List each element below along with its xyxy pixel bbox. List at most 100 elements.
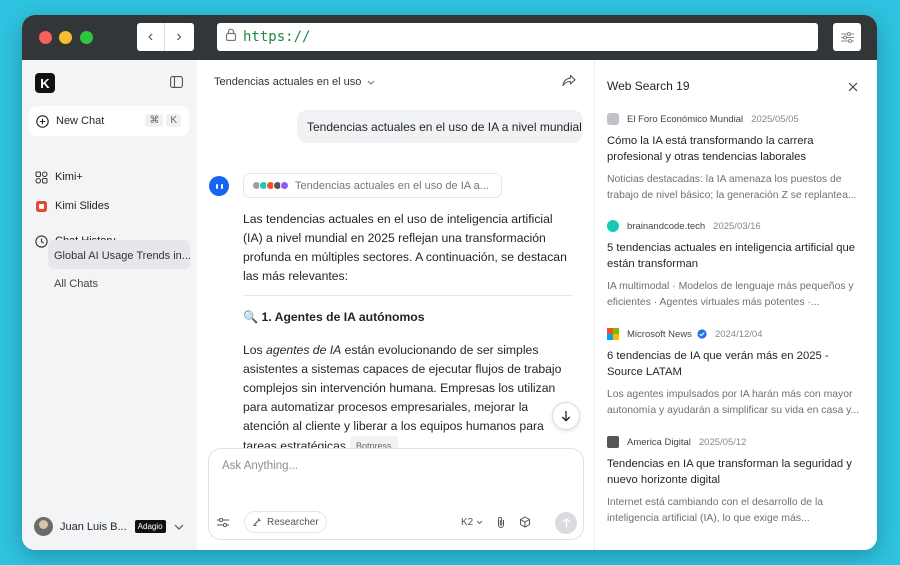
- researcher-label: Researcher: [267, 516, 319, 528]
- address-bar[interactable]: https://: [217, 23, 818, 51]
- browser-titlebar: ‹ › https://: [22, 15, 877, 60]
- sidebar-toggle-icon[interactable]: [170, 75, 183, 93]
- back-icon[interactable]: ‹: [137, 23, 165, 51]
- user-message: Tendencias actuales en el uso de IA a ni…: [297, 110, 583, 143]
- sidebar-item-kimi-slides[interactable]: Kimi Slides: [34, 199, 109, 213]
- result-snippet: Internet está cambiando con el desarroll…: [607, 497, 824, 524]
- body-text-start: Los: [243, 343, 267, 357]
- researcher-button[interactable]: Researcher: [244, 511, 327, 533]
- kimi-plus-label: Kimi+: [55, 171, 83, 183]
- lock-icon: [225, 28, 237, 46]
- chevron-down-icon: [174, 521, 184, 533]
- web-search-panel: Web Search 19 El Foro Económico Mundial …: [595, 60, 877, 550]
- result-date: 2025/05/12: [698, 436, 747, 448]
- verified-icon: [697, 329, 707, 339]
- body-text: están evolucionando de ser simples asist…: [243, 343, 562, 453]
- slides-icon: [34, 199, 48, 213]
- new-chat-label: New Chat: [56, 115, 105, 127]
- plan-badge: Adagio: [134, 520, 166, 533]
- source-favicon: [607, 436, 619, 448]
- cmd-key: ⌘: [145, 114, 164, 127]
- result-meta: brainandcode.tech 2025/03/16: [607, 219, 863, 233]
- result-source: America Digital: [627, 436, 691, 448]
- forward-icon[interactable]: ›: [165, 23, 193, 51]
- microsoft-icon: [607, 328, 619, 340]
- kimi-plus-icon: [34, 170, 48, 184]
- url-text: https://: [243, 29, 311, 45]
- shortcut-hint: ⌘ K: [145, 114, 181, 127]
- source-favicons: [252, 181, 289, 190]
- sources-pill-label: Tendencias actuales en el uso de IA a...: [295, 179, 489, 192]
- kimi-logo[interactable]: K: [35, 73, 55, 93]
- sources-pill[interactable]: Tendencias actuales en el uso de IA a...: [243, 173, 502, 198]
- sidebar-item-kimi-plus[interactable]: Kimi+: [34, 170, 83, 184]
- search-result[interactable]: El Foro Económico Mundial 2025/05/05 Cóm…: [607, 112, 863, 204]
- user-profile[interactable]: Juan Luis B... Adagio: [34, 517, 184, 536]
- result-title[interactable]: Cómo la IA está transformando la carrera…: [607, 133, 863, 165]
- minimize-window-button[interactable]: [59, 31, 72, 44]
- send-button[interactable]: [555, 512, 577, 534]
- result-meta: El Foro Económico Mundial 2025/05/05: [607, 112, 863, 126]
- result-title[interactable]: 5 tendencias actuales en inteligencia ar…: [607, 240, 863, 272]
- section-heading: 🔍 1. Agentes de IA autónomos: [243, 310, 425, 324]
- avatar: [34, 517, 53, 536]
- close-icon[interactable]: [848, 79, 858, 97]
- chat-title: Tendencias actuales en el uso: [214, 76, 362, 88]
- model-label: K2: [461, 516, 474, 528]
- divider: [243, 295, 573, 296]
- composer-placeholder: Ask Anything...: [222, 460, 299, 472]
- sidebar: K New Chat ⌘ K Kimi+ Kimi Slides Global …: [22, 60, 197, 550]
- chevron-down-icon: [476, 520, 483, 524]
- arrow-up-icon: [562, 518, 570, 528]
- result-source: El Foro Económico Mundial: [627, 113, 744, 125]
- intro-paragraph: Las tendencias actuales en el uso de int…: [243, 212, 567, 283]
- browser-menu-button[interactable]: [833, 23, 861, 51]
- maximize-window-button[interactable]: [80, 31, 93, 44]
- result-meta: Microsoft News 2024/12/04: [607, 327, 863, 341]
- panel-title: Web Search 19: [607, 79, 690, 93]
- result-snippet: Noticias destacadas: la IA amenaza los p…: [607, 174, 857, 201]
- result-source: Microsoft News: [627, 328, 692, 340]
- plus-circle-icon: [36, 114, 49, 128]
- kimi-slides-label: Kimi Slides: [55, 200, 110, 212]
- result-snippet: IA multimodal · Modelos de lenguaje más …: [607, 281, 854, 308]
- share-icon[interactable]: [562, 74, 576, 92]
- chat-title-dropdown[interactable]: Tendencias actuales en el uso: [214, 76, 375, 88]
- user-name: Juan Luis B...: [60, 520, 127, 533]
- search-result[interactable]: America Digital 2025/05/12 Tendencias en…: [607, 435, 863, 527]
- result-meta: America Digital 2025/05/12: [607, 435, 863, 449]
- researcher-icon: [253, 518, 261, 527]
- body-paragraph: Los agentes de IA están evolucionando de…: [243, 341, 573, 457]
- history-item-active[interactable]: Global AI Usage Trends in...: [48, 240, 190, 269]
- body-emphasis: agentes de IA: [266, 343, 342, 357]
- clock-icon: [34, 234, 48, 248]
- attach-icon[interactable]: [496, 511, 506, 533]
- scroll-down-button[interactable]: [552, 402, 580, 430]
- result-source: brainandcode.tech: [627, 220, 706, 232]
- result-title[interactable]: Tendencias en IA que transforman la segu…: [607, 456, 863, 488]
- new-chat-button[interactable]: New Chat ⌘ K: [29, 106, 189, 136]
- result-date: 2025/03/16: [713, 220, 761, 232]
- nav-buttons: ‹ ›: [137, 23, 194, 51]
- chevron-down-icon: [368, 80, 375, 85]
- result-snippet: Los agentes impulsados por IA harán más …: [607, 389, 860, 416]
- result-date: 2025/05/05: [751, 113, 799, 125]
- arrow-down-icon: [561, 411, 571, 422]
- search-result[interactable]: brainandcode.tech 2025/03/16 5 tendencia…: [607, 219, 863, 311]
- search-result[interactable]: Microsoft News 2024/12/04 6 tendencias d…: [607, 327, 863, 419]
- result-date: 2024/12/04: [714, 328, 763, 340]
- cube-icon[interactable]: [519, 511, 531, 533]
- close-window-button[interactable]: [39, 31, 52, 44]
- result-title[interactable]: 6 tendencias de IA que verán más en 2025…: [607, 348, 863, 380]
- message-composer[interactable]: Ask Anything... Researcher K2: [208, 448, 584, 540]
- chat-area: Tendencias actuales en el uso Tendencias…: [197, 60, 595, 550]
- model-selector[interactable]: K2: [461, 511, 483, 533]
- source-favicon: [607, 220, 619, 232]
- source-favicon: [607, 113, 619, 125]
- all-chats-link[interactable]: All Chats: [54, 278, 98, 290]
- kimi-bot-icon: [209, 176, 229, 196]
- app-window: ‹ › https:// K New Chat ⌘ K Kimi+ Kimi S…: [22, 15, 877, 550]
- k-key: K: [166, 114, 181, 127]
- sliders-icon: [840, 31, 854, 43]
- tools-button[interactable]: [217, 511, 229, 533]
